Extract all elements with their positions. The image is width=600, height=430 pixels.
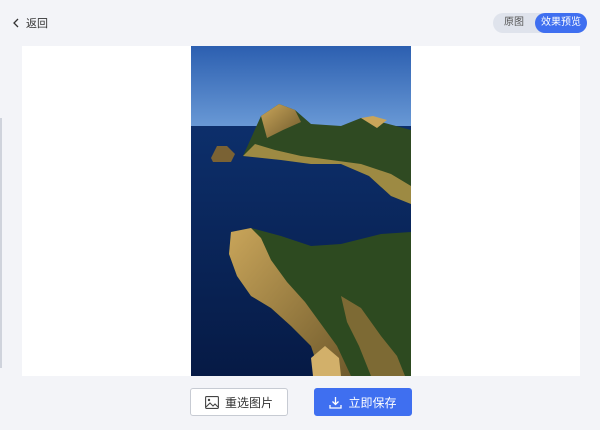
reselect-label: 重选图片 [224, 395, 273, 410]
back-button[interactable]: 返回 [12, 13, 48, 33]
download-icon [329, 396, 343, 409]
back-label: 返回 [26, 17, 48, 30]
preview-image [191, 46, 411, 376]
coastal-cliffs-photo [191, 46, 411, 376]
save-now-button[interactable]: 立即保存 [314, 388, 412, 416]
window-edge-divider [0, 118, 2, 368]
reselect-image-button[interactable]: 重选图片 [190, 388, 288, 416]
chevron-left-icon [13, 18, 19, 28]
toggle-preview[interactable]: 效果预览 [535, 13, 587, 33]
save-label: 立即保存 [348, 395, 397, 410]
top-bar: 返回 原图 效果预览 [0, 0, 600, 46]
image-replace-icon [205, 395, 219, 409]
toggle-original[interactable]: 原图 [493, 13, 535, 33]
view-toggle: 原图 效果预览 [493, 13, 587, 33]
preview-canvas [22, 46, 580, 376]
